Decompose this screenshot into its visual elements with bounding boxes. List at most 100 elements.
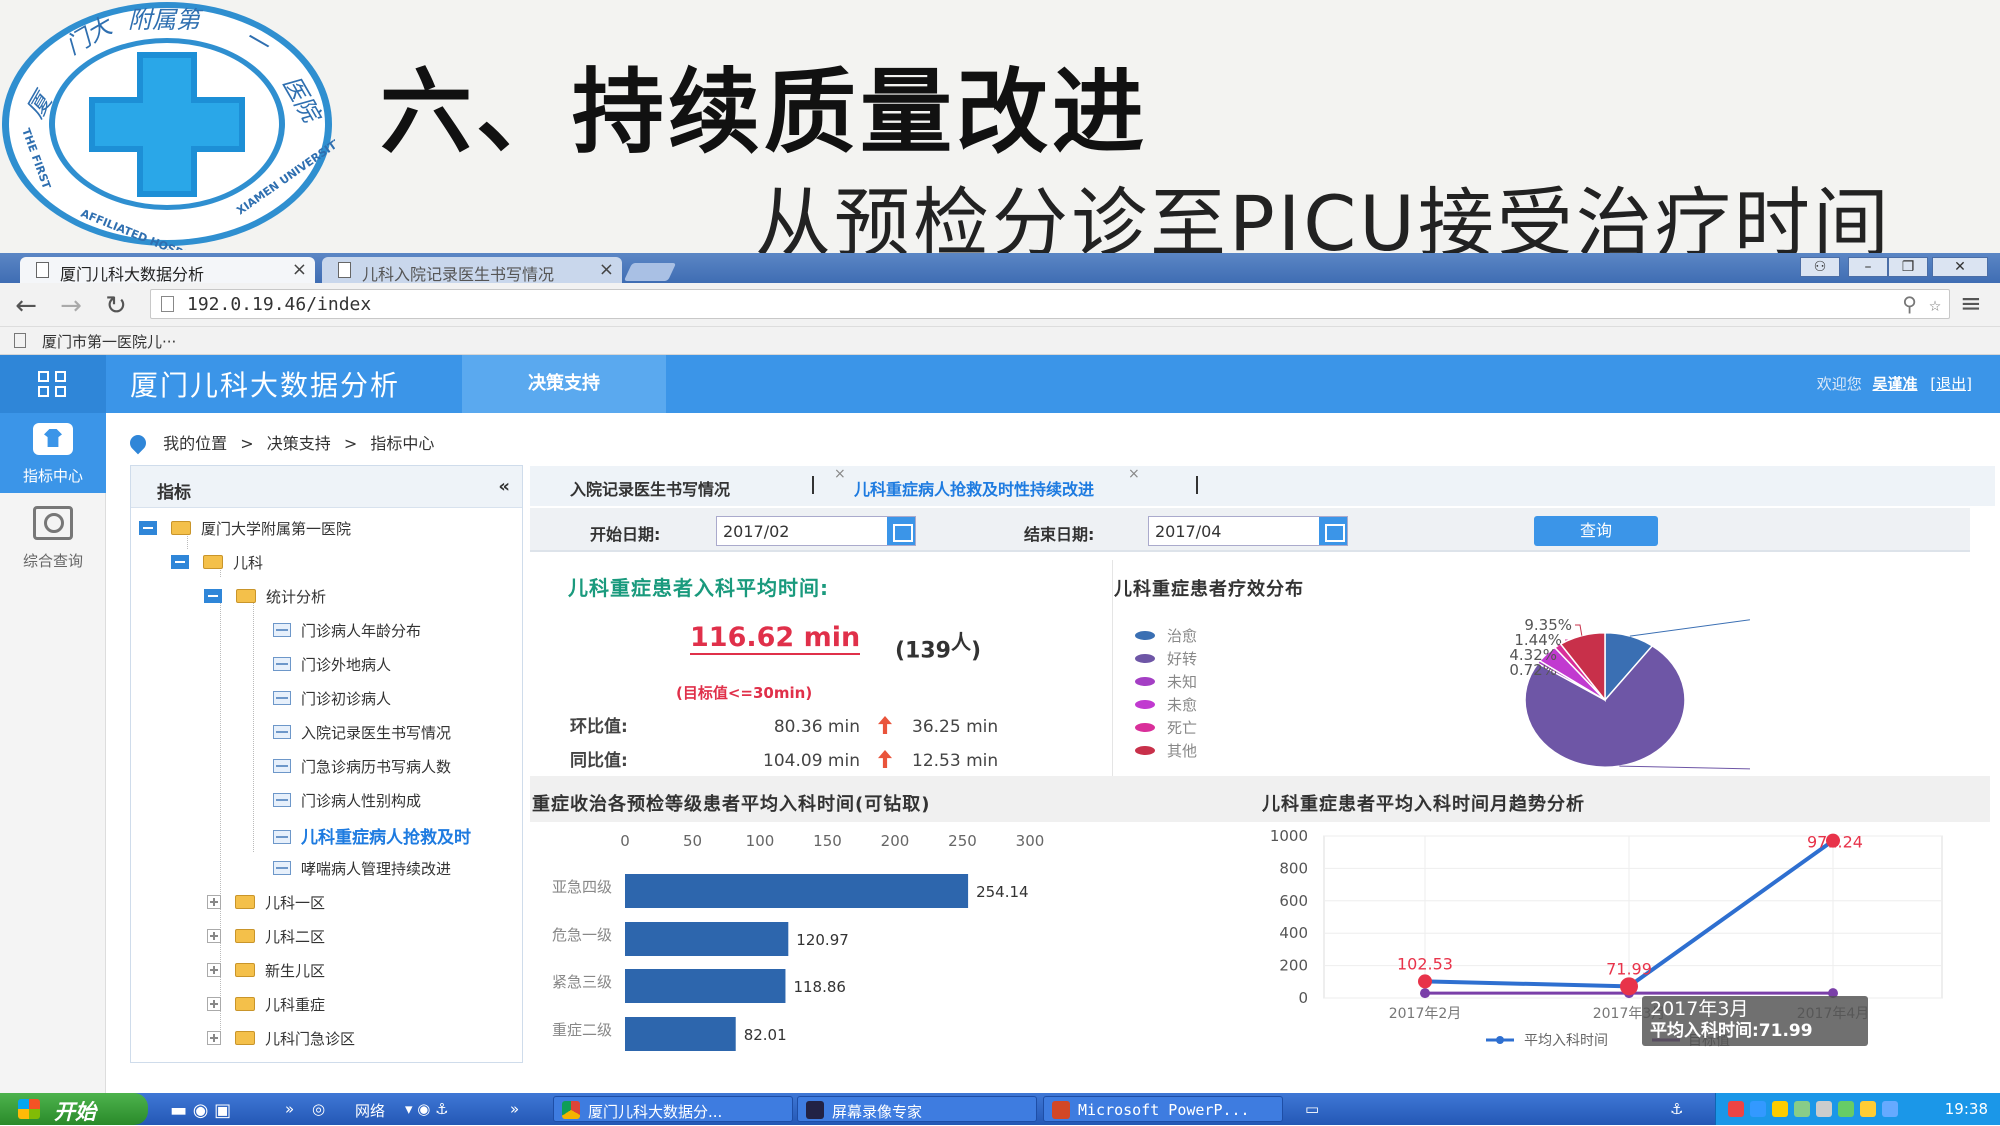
- tree-leaf[interactable]: 门诊初诊病人: [273, 688, 391, 712]
- legend-item[interactable]: 其他: [1135, 740, 1197, 763]
- browser-menu-icon[interactable]: ≡: [1960, 289, 1982, 319]
- tree-node-pediatrics[interactable]: 儿科: [171, 552, 263, 576]
- series-point-avg[interactable]: [1620, 977, 1638, 996]
- expand-node-icon[interactable]: [207, 997, 221, 1011]
- tray-icon[interactable]: [1816, 1101, 1832, 1117]
- end-date-input[interactable]: 2017/04: [1148, 516, 1348, 546]
- y-tick-label: 800: [1279, 859, 1308, 877]
- start-button[interactable]: 开始: [0, 1093, 148, 1125]
- close-window-icon[interactable]: ✕: [1932, 257, 1988, 277]
- tree-folder[interactable]: 儿科重症: [207, 994, 325, 1018]
- tab-critical-care[interactable]: 儿科重症病人抢救及时性持续改进 ×: [854, 466, 1140, 500]
- browser-tab-inactive[interactable]: 儿科入院记录医生书写情况 ×: [322, 257, 622, 283]
- chevron-right-icon[interactable]: »: [510, 1100, 519, 1118]
- expand-node-icon[interactable]: [207, 929, 221, 943]
- minimize-icon[interactable]: –: [1848, 257, 1888, 277]
- tree-leaf[interactable]: 入院记录医生书写情况: [273, 722, 451, 746]
- logout-link[interactable]: [退出]: [1930, 375, 1972, 393]
- start-date-input[interactable]: 2017/02: [716, 516, 916, 546]
- app-title: 厦门儿科大数据分析: [130, 369, 401, 402]
- forward-icon[interactable]: →: [55, 291, 87, 321]
- collapse-node-icon[interactable]: [204, 589, 222, 603]
- tree-node-statistics[interactable]: 统计分析: [204, 586, 326, 610]
- tree-folder[interactable]: 儿科一区: [207, 892, 325, 916]
- tree-folder[interactable]: 新生儿区: [207, 960, 325, 984]
- tray-icon[interactable]: [1794, 1101, 1810, 1117]
- user-icon[interactable]: ⚇: [1800, 257, 1840, 277]
- browser-tab-active[interactable]: 厦门儿科大数据分析 ×: [20, 257, 315, 283]
- new-tab-button[interactable]: [623, 263, 677, 281]
- tree-folder[interactable]: 儿科门急诊区: [207, 1028, 355, 1052]
- nav-indicator-center[interactable]: 指标中心: [0, 413, 106, 493]
- tree-leaf[interactable]: 门诊外地病人: [273, 654, 391, 678]
- legend-item[interactable]: 死亡: [1135, 717, 1197, 740]
- expand-node-icon[interactable]: [207, 895, 221, 909]
- line-chart[interactable]: 020040060080010002017年2月2017年3月2017年4月10…: [1262, 822, 1982, 1062]
- collapse-node-icon[interactable]: [139, 521, 157, 535]
- bar[interactable]: [625, 1017, 736, 1051]
- tray-icon[interactable]: [1882, 1101, 1898, 1117]
- grid-menu-icon[interactable]: [0, 355, 106, 413]
- bar[interactable]: [625, 922, 789, 956]
- tree-leaf-selected[interactable]: 儿科重症病人抢救及时: [273, 823, 471, 848]
- address-bar[interactable]: 192.0.19.46/index ⚲ ☆: [150, 289, 1950, 319]
- taskbar-item-browser[interactable]: 厦门儿科大数据分...: [553, 1096, 793, 1122]
- tree-leaf[interactable]: 门急诊病历书写病人数: [273, 756, 451, 780]
- nav-general-query[interactable]: 综合查询: [0, 498, 106, 578]
- pie-chart[interactable]: 10.07%74.10%0.72%4.32%1.44%9.35%: [1420, 605, 1750, 780]
- series-point-avg[interactable]: [1418, 974, 1432, 989]
- tray-icon[interactable]: [1838, 1101, 1854, 1117]
- tray-icon[interactable]: [1728, 1101, 1744, 1117]
- bookmark-star-icon[interactable]: ⚲ ☆: [1902, 292, 1941, 316]
- reload-icon[interactable]: ↻: [100, 291, 132, 321]
- tray-anchor-icon[interactable]: ⚓: [1670, 1100, 1683, 1118]
- legend-item[interactable]: 未知: [1135, 671, 1197, 694]
- tree-leaf[interactable]: 门诊病人年龄分布: [273, 620, 421, 644]
- tray-app-icon[interactable]: ▭: [1305, 1100, 1319, 1118]
- kpi-average-time[interactable]: 116.62 min: [690, 622, 861, 655]
- legend-item[interactable]: 治愈: [1135, 625, 1197, 648]
- breadcrumb-item[interactable]: 指标中心: [370, 434, 434, 453]
- query-button[interactable]: 查询: [1534, 516, 1658, 546]
- expand-node-icon[interactable]: [207, 1031, 221, 1045]
- taskbar-item-recorder[interactable]: 屏幕录像专家: [797, 1096, 1037, 1122]
- tab-label: 儿科重症病人抢救及时性持续改进: [854, 480, 1095, 499]
- tray-icon[interactable]: [1750, 1101, 1766, 1117]
- close-tab-icon[interactable]: ×: [292, 259, 307, 280]
- bar-chart[interactable]: 0 50 100 150 200 250 300 亚急四级 254.14 危急一级 120.97 紧急…: [530, 822, 1230, 1062]
- breadcrumb-item[interactable]: 我的位置: [163, 434, 227, 453]
- ie-icon[interactable]: ◎: [312, 1100, 325, 1118]
- back-icon[interactable]: ←: [10, 291, 42, 321]
- tree-leaf[interactable]: 门诊病人性别构成: [273, 790, 421, 814]
- tree-leaf-label: 哮喘病人管理持续改进: [301, 860, 452, 878]
- network-label[interactable]: 网络: [355, 1100, 385, 1121]
- tab-admission-record[interactable]: 入院记录医生书写情况 ×: [570, 466, 846, 500]
- collapse-icon[interactable]: «: [498, 476, 510, 497]
- taskbar-item-powerpoint[interactable]: Microsoft PowerP...: [1043, 1096, 1283, 1122]
- expand-node-icon[interactable]: [207, 963, 221, 977]
- tray-icon[interactable]: [1772, 1101, 1788, 1117]
- chevron-right-icon[interactable]: »: [285, 1100, 294, 1118]
- tray-icon[interactable]: [1860, 1101, 1876, 1117]
- menu-decision-support[interactable]: 决策支持: [462, 355, 666, 413]
- network-tray-icons[interactable]: ▾ ◉ ⚓: [405, 1100, 449, 1118]
- breadcrumb-item[interactable]: 决策支持: [267, 434, 331, 453]
- legend-item[interactable]: 未愈: [1135, 694, 1197, 717]
- tree-leaf[interactable]: 哮喘病人管理持续改进: [273, 858, 451, 882]
- x-tick-label: 2017年2月: [1389, 1006, 1462, 1022]
- collapse-node-icon[interactable]: [171, 555, 189, 569]
- close-tab-icon[interactable]: ×: [599, 259, 614, 280]
- bar[interactable]: [625, 969, 786, 1003]
- restore-icon[interactable]: ❐: [1888, 257, 1928, 277]
- bar[interactable]: [625, 874, 969, 908]
- user-link[interactable]: 吴谨准: [1872, 375, 1917, 393]
- tree-node-hospital[interactable]: 厦门大学附属第一医院: [139, 518, 351, 542]
- tree-folder[interactable]: 儿科二区: [207, 926, 325, 950]
- legend-item[interactable]: 好转: [1135, 648, 1197, 671]
- calendar-icon[interactable]: [887, 517, 915, 545]
- folder-quicklaunch-icon[interactable]: ▬ ◉ ▣: [170, 1100, 231, 1121]
- calendar-icon[interactable]: [1319, 517, 1347, 545]
- bookmark-item[interactable]: 厦门市第一医院儿···: [42, 333, 176, 351]
- close-tab-icon[interactable]: ×: [834, 466, 846, 482]
- close-tab-icon[interactable]: ×: [1128, 466, 1140, 482]
